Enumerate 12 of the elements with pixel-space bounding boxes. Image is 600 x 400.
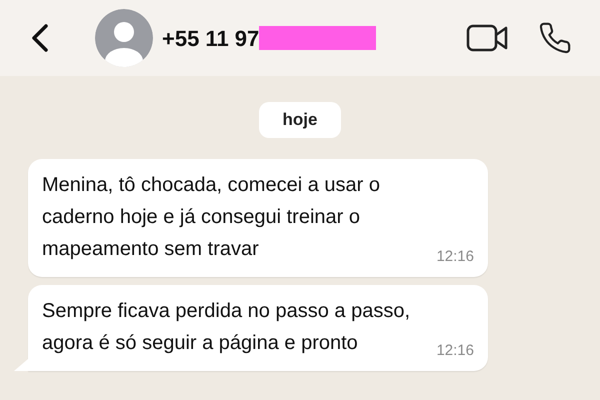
message-time: 12:16 bbox=[436, 341, 474, 361]
video-call-button[interactable] bbox=[466, 24, 508, 52]
message-text: Sempre ficava perdida no passo a passo, agora é só seguir a página e pronto bbox=[42, 298, 411, 356]
voice-call-button[interactable] bbox=[538, 21, 572, 55]
video-camera-icon bbox=[466, 24, 508, 52]
contact-number: +55 11 97 bbox=[162, 24, 260, 52]
avatar-icon[interactable] bbox=[95, 9, 153, 67]
back-icon bbox=[31, 23, 49, 53]
date-chip: hoje bbox=[258, 102, 342, 138]
message-text: Menina, tô chocada, comecei a usar o caderno hoje e já consegui treinar o mapeamento sem travar bbox=[42, 172, 381, 262]
phone-icon bbox=[538, 21, 572, 55]
message-time: 12:16 bbox=[436, 247, 474, 267]
